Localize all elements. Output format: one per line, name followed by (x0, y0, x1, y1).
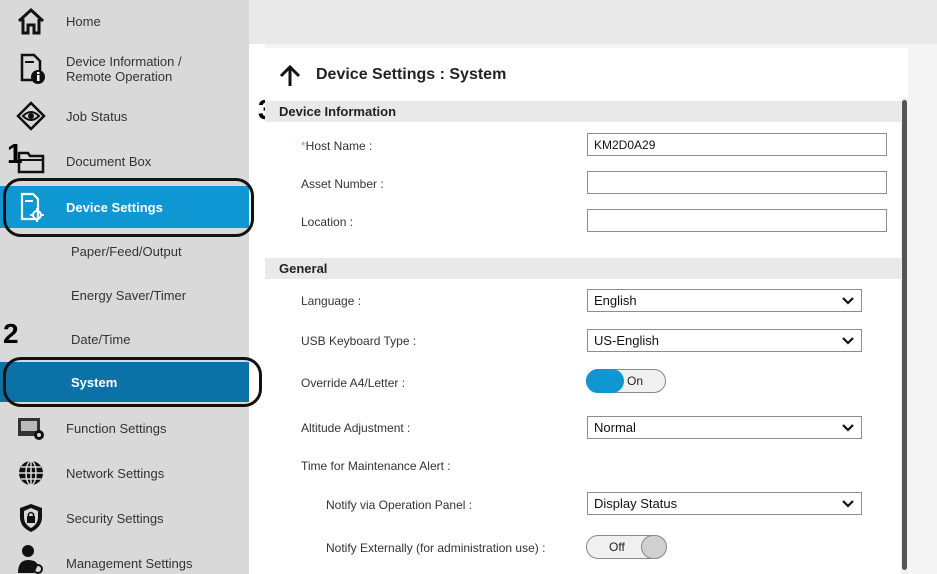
language-label: Language : (301, 294, 362, 308)
eye-icon (16, 101, 46, 131)
sidebar-item-job-status[interactable]: Job Status (0, 96, 249, 136)
notify-panel-select-value: Display Status (594, 496, 678, 511)
toggle-knob (586, 369, 624, 393)
callout-number-1: 1 (7, 138, 23, 169)
scrollbar-thumb[interactable] (902, 100, 907, 570)
sidebar-item-label: Home (66, 13, 101, 29)
sidebar-item-label: Network Settings (66, 465, 165, 481)
person-gear-icon (16, 544, 46, 574)
sidebar: Home Device Information / Remote Operati… (0, 0, 249, 574)
sidebar-item-device-information[interactable]: Device Information / Remote Operation (0, 46, 249, 92)
sidebar-item-label: Date/Time (71, 331, 131, 347)
toggle-state: Off (609, 540, 625, 554)
altitude-label: Altitude Adjustment : (301, 421, 411, 435)
sidebar-item-label: Paper/Feed/Output (71, 243, 182, 259)
sidebar-item-label: Function Settings (66, 420, 167, 436)
home-icon (16, 6, 46, 36)
toggle-knob (641, 535, 667, 559)
host-name-label-text: Host Name : (305, 139, 373, 153)
altitude-select-value: Normal (594, 420, 636, 435)
sidebar-item-document-box[interactable]: Document Box (0, 140, 249, 182)
usb-keyboard-select[interactable]: US-English (587, 329, 862, 352)
override-label: Override A4/Letter : (301, 376, 406, 390)
sidebar-item-home[interactable]: Home (0, 0, 249, 42)
location-label: Location : (301, 215, 354, 229)
toggle-state: On (627, 374, 644, 388)
shield-icon (16, 503, 46, 533)
sidebar-item-management-settings[interactable]: Management Settings (0, 542, 249, 574)
usb-keyboard-label: USB Keyboard Type : (301, 334, 417, 348)
host-name-label: *Host Name : (301, 139, 372, 153)
page-title: Device Settings : System (316, 66, 507, 83)
sidebar-item-network-settings[interactable]: Network Settings (0, 452, 249, 494)
sidebar-item-function-settings[interactable]: Function Settings (0, 407, 249, 449)
section-header-device-information: Device Information (265, 101, 901, 122)
callout-outline-device-settings (3, 178, 254, 237)
sidebar-item-label: Energy Saver/Timer (71, 287, 187, 303)
chevron-down-icon (842, 297, 854, 305)
language-select[interactable]: English (587, 289, 862, 312)
asset-number-input[interactable] (587, 171, 887, 194)
altitude-select[interactable]: Normal (587, 416, 862, 439)
up-arrow-icon[interactable] (279, 64, 301, 92)
notify-external-toggle[interactable]: Off (586, 535, 667, 559)
globe-icon (16, 458, 46, 488)
sidebar-item-label: Device Information / Remote Operation (66, 54, 182, 84)
usb-keyboard-select-value: US-English (594, 333, 660, 348)
sidebar-item-label: Document Box (66, 153, 152, 169)
device-info-icon (16, 53, 46, 84)
page-header: Device Settings : System (265, 52, 908, 98)
notify-panel-select[interactable]: Display Status (587, 492, 862, 515)
sidebar-item-label: Security Settings (66, 510, 164, 526)
sidebar-subitem-date-time[interactable]: Date/Time (0, 318, 249, 360)
function-settings-icon (16, 413, 46, 443)
host-name-input[interactable] (587, 133, 887, 156)
callout-outline-system (3, 357, 262, 407)
sidebar-item-label: Job Status (66, 108, 128, 124)
top-bar (249, 0, 937, 44)
chevron-down-icon (842, 424, 854, 432)
section-header-general: General (265, 258, 901, 279)
maintenance-alert-label: Time for Maintenance Alert : (301, 459, 451, 473)
chevron-down-icon (842, 337, 854, 345)
sidebar-item-security-settings[interactable]: Security Settings (0, 496, 249, 540)
sidebar-subitem-energy-saver[interactable]: Energy Saver/Timer (0, 274, 249, 316)
notify-panel-label: Notify via Operation Panel : (326, 498, 473, 512)
language-select-value: English (594, 293, 637, 308)
scrollbar[interactable] (901, 98, 908, 574)
sidebar-item-label: Management Settings (66, 556, 193, 571)
callout-number-2: 2 (3, 318, 19, 349)
override-toggle[interactable]: On (586, 369, 666, 393)
location-input[interactable] (587, 209, 887, 232)
asset-number-label: Asset Number : (301, 177, 384, 191)
sidebar-item-label-line1: Device Information / (66, 54, 182, 69)
notify-external-label: Notify Externally (for administration us… (326, 541, 546, 555)
chevron-down-icon (842, 500, 854, 508)
sidebar-item-label-line2: Remote Operation (66, 69, 173, 84)
